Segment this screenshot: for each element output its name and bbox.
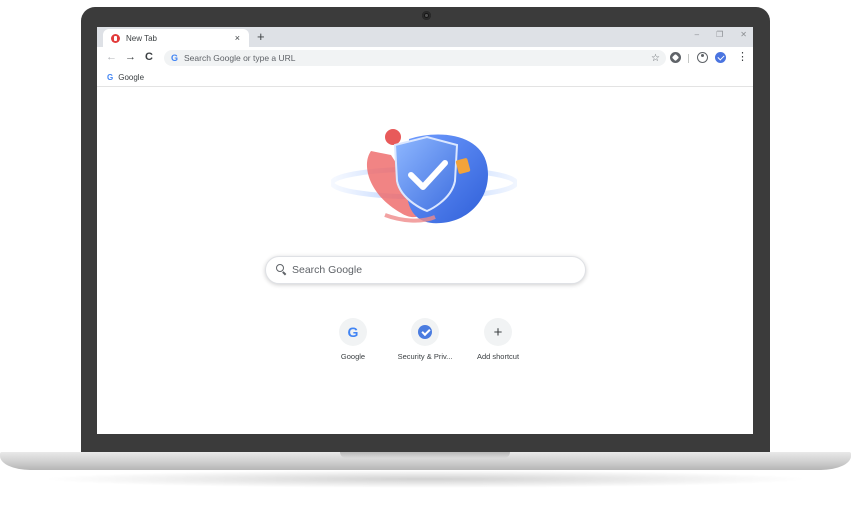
new-tab-button[interactable]: + bbox=[257, 29, 265, 45]
shortcut-security-privacy[interactable]: Security & Priv... bbox=[385, 318, 465, 361]
google-g-icon: G bbox=[107, 73, 114, 82]
close-window-button[interactable]: ✕ bbox=[740, 30, 747, 39]
menu-icon[interactable]: ⋮ bbox=[737, 50, 748, 64]
shortcut-label: Security & Priv... bbox=[397, 352, 453, 361]
profile-icon[interactable] bbox=[697, 52, 708, 63]
tab-title: New Tab bbox=[126, 33, 157, 43]
forward-button[interactable]: → bbox=[125, 51, 136, 63]
toolbar-divider bbox=[688, 54, 689, 63]
google-g-icon: G bbox=[171, 53, 179, 63]
laptop-shadow bbox=[40, 470, 811, 488]
browser-window: New Tab × + – ❐ ✕ ← → C G Search Google … bbox=[97, 27, 753, 434]
search-box[interactable]: Search Google bbox=[265, 256, 586, 284]
address-bar[interactable]: G Search Google or type a URL ☆ bbox=[164, 50, 666, 66]
tab-strip: New Tab × + – ❐ ✕ bbox=[97, 27, 753, 47]
minimize-button[interactable]: – bbox=[695, 30, 699, 39]
favicon-icon bbox=[111, 33, 120, 43]
shortcut-security-tile bbox=[411, 318, 439, 346]
back-button[interactable]: ← bbox=[106, 51, 117, 63]
tab-close-icon[interactable]: × bbox=[235, 33, 240, 43]
toolbar: ← → C G Search Google or type a URL ☆ ⋮ bbox=[97, 47, 753, 69]
google-logo-icon: G bbox=[347, 324, 359, 340]
plus-icon: + bbox=[493, 323, 503, 341]
security-illustration bbox=[331, 129, 517, 224]
shortcut-google[interactable]: G Google bbox=[313, 318, 393, 361]
shortcut-label: Google bbox=[340, 352, 366, 361]
shield-check-icon bbox=[418, 325, 432, 339]
laptop-base-notch bbox=[340, 452, 510, 458]
bookmark-google[interactable]: Google bbox=[118, 73, 144, 82]
tab-new-tab[interactable]: New Tab × bbox=[103, 29, 249, 47]
shortcut-google-tile: G bbox=[339, 318, 367, 346]
shortcut-add[interactable]: + Add shortcut bbox=[458, 318, 538, 361]
shortcut-label: Add shortcut bbox=[476, 352, 520, 361]
webcam-icon bbox=[422, 11, 431, 20]
extension-icon[interactable] bbox=[670, 52, 681, 63]
add-shortcut-tile: + bbox=[484, 318, 512, 346]
search-placeholder: Search Google bbox=[292, 264, 363, 276]
address-bar-placeholder: Search Google or type a URL bbox=[184, 53, 296, 63]
bookmark-star-icon[interactable]: ☆ bbox=[651, 53, 660, 64]
bookmarks-bar: G Google bbox=[97, 69, 753, 87]
reload-button[interactable]: C bbox=[145, 51, 153, 63]
window-controls: – ❐ ✕ bbox=[695, 30, 747, 39]
shield-extension-icon[interactable] bbox=[715, 52, 726, 63]
restore-button[interactable]: ❐ bbox=[716, 30, 723, 39]
search-icon bbox=[276, 264, 288, 276]
